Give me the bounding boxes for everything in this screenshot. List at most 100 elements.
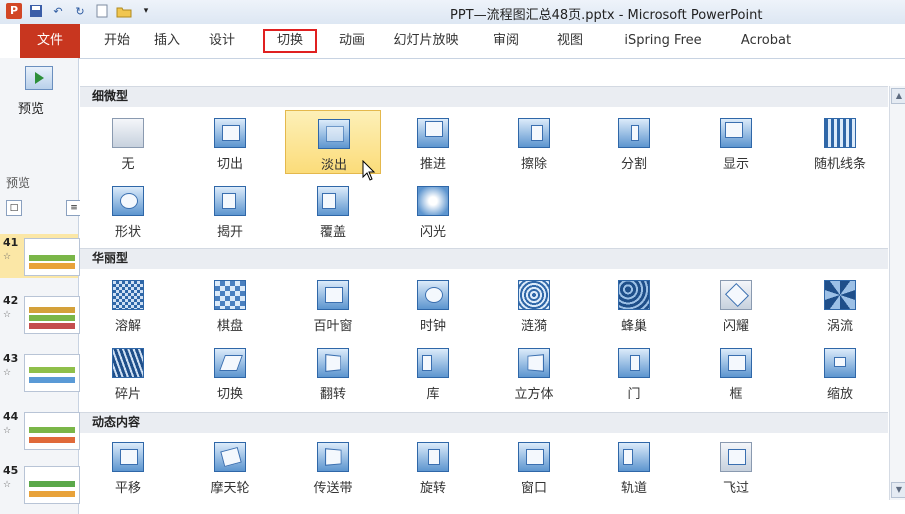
effect-label: 窗口 [520,481,547,496]
tab-file[interactable]: 文件 [20,24,80,58]
transition-flash[interactable]: 闪光 [385,178,481,242]
customize-qat-icon[interactable]: ▾ [138,3,154,19]
transition-push[interactable]: 推进 [385,110,481,174]
open-folder-icon[interactable] [116,3,132,19]
transition-zoom[interactable]: 缩放 [792,340,888,404]
slide-animation-icon: ☆ [3,480,12,490]
slide-thumbnail[interactable]: 43 ☆ [0,350,80,394]
pan-transition-icon [112,442,144,472]
tab-slideshow[interactable]: 幻灯片放映 [380,29,472,53]
transition-ripple[interactable]: 涟漪 [486,272,582,336]
transition-dissolve[interactable]: 溶解 [80,272,176,336]
doors-transition-icon [618,348,650,378]
slide-thumbnail[interactable]: 44 ☆ [0,408,80,452]
slide-animation-icon: ☆ [3,368,12,378]
scroll-up-icon[interactable]: ▲ [891,88,905,104]
section-header-exciting: 华丽型 [92,251,129,265]
scroll-down-icon[interactable]: ▼ [891,482,905,498]
slide-preview [24,238,80,276]
transition-honeycomb[interactable]: 蜂巢 [586,272,682,336]
switch-transition-icon [214,348,246,378]
slide-thumbnail[interactable]: 41 ☆ [0,234,80,278]
transition-random-bars[interactable]: 随机线条 [792,110,888,174]
transition-pan[interactable]: 平移 [80,434,176,498]
transition-ferris-wheel[interactable]: 摩天轮 [182,434,278,498]
transition-shred[interactable]: 碎片 [80,340,176,404]
transition-vortex[interactable]: 涡流 [792,272,888,336]
shred-transition-icon [112,348,144,378]
effect-label: 闪耀 [722,319,749,334]
effect-label: 飞过 [722,481,749,496]
transition-none[interactable]: 无 [80,110,176,174]
transition-box[interactable]: 框 [688,340,784,404]
effect-label: 百叶窗 [313,319,353,334]
transition-switch[interactable]: 切换 [182,340,278,404]
transition-flip[interactable]: 翻转 [285,340,381,404]
preview-icon [25,66,53,90]
slide-animation-icon: ☆ [3,426,12,436]
slide-thumbnail[interactable]: 45 ☆ [0,462,80,506]
tab-insert[interactable]: 插入 [147,29,187,53]
transition-cover[interactable]: 覆盖 [285,178,381,242]
undo-icon[interactable]: ↶ [50,3,66,19]
transition-fly-through[interactable]: 飞过 [688,434,784,498]
tab-view[interactable]: 视图 [550,29,590,53]
effect-label: 溶解 [114,319,141,334]
transition-doors[interactable]: 门 [586,340,682,404]
transition-cut[interactable]: 切出 [182,110,278,174]
transition-window[interactable]: 窗口 [486,434,582,498]
effect-label: 平移 [114,481,141,496]
save-icon[interactable] [28,3,44,19]
effect-label: 时钟 [419,319,446,334]
tab-ispring[interactable]: iSpring Free [613,29,713,53]
slide-preview [24,296,80,334]
transition-rotate[interactable]: 旋转 [385,434,481,498]
tab-home[interactable]: 开始 [97,29,137,53]
new-file-icon[interactable] [94,3,110,19]
ribbon-group-label: 预览 [6,176,31,190]
transition-glitter[interactable]: 闪耀 [688,272,784,336]
random-bars-transition-icon [824,118,856,148]
transition-split[interactable]: 分割 [586,110,682,174]
effect-label: 翻转 [319,387,346,402]
flash-transition-icon [417,186,449,216]
effect-label: 棋盘 [216,319,243,334]
transition-clock[interactable]: 时钟 [385,272,481,336]
redo-icon[interactable]: ↻ [72,3,88,19]
tab-animations[interactable]: 动画 [330,29,374,53]
slide-thumbnail[interactable]: 42 ☆ [0,292,80,336]
gallery-transition-icon [417,348,449,378]
cover-transition-icon [317,186,349,216]
effect-label: 切出 [216,157,243,172]
effect-label: 闪光 [419,225,446,240]
slides-tab-icon[interactable]: □ [6,200,22,216]
transition-cube[interactable]: 立方体 [486,340,582,404]
transition-conveyor[interactable]: 传送带 [285,434,381,498]
transition-reveal[interactable]: 显示 [688,110,784,174]
transition-gallery[interactable]: 库 [385,340,481,404]
rotate-transition-icon [417,442,449,472]
push-transition-icon [417,118,449,148]
tab-transitions[interactable]: 切换 [263,29,317,53]
gallery-scrollbar[interactable]: ▲ ▼ [889,86,905,500]
window-transition-icon [518,442,550,472]
transition-wipe[interactable]: 擦除 [486,110,582,174]
preview-button[interactable]: 预览 [6,64,72,126]
transition-shape[interactable]: 形状 [80,178,176,242]
powerpoint-logo-icon[interactable]: P [6,3,22,19]
effect-label: 随机线条 [813,157,866,172]
title-bar: P ↶ ↻ ▾ PPT—流程图汇总48页.pptx - Microsoft Po… [0,0,905,25]
transition-checkerboard[interactable]: 棋盘 [182,272,278,336]
section-header-dynamic: 动态内容 [92,415,141,429]
tab-acrobat[interactable]: Acrobat [730,29,802,53]
tab-review[interactable]: 审阅 [484,29,528,53]
shape-transition-icon [112,186,144,216]
tab-design[interactable]: 设计 [202,29,242,53]
effect-label: 推进 [419,157,446,172]
transition-blinds[interactable]: 百叶窗 [285,272,381,336]
reveal-transition-icon [720,118,752,148]
transition-orbit[interactable]: 轨道 [586,434,682,498]
effect-label: 涟漪 [520,319,547,334]
transition-uncover[interactable]: 揭开 [182,178,278,242]
honeycomb-transition-icon [618,280,650,310]
